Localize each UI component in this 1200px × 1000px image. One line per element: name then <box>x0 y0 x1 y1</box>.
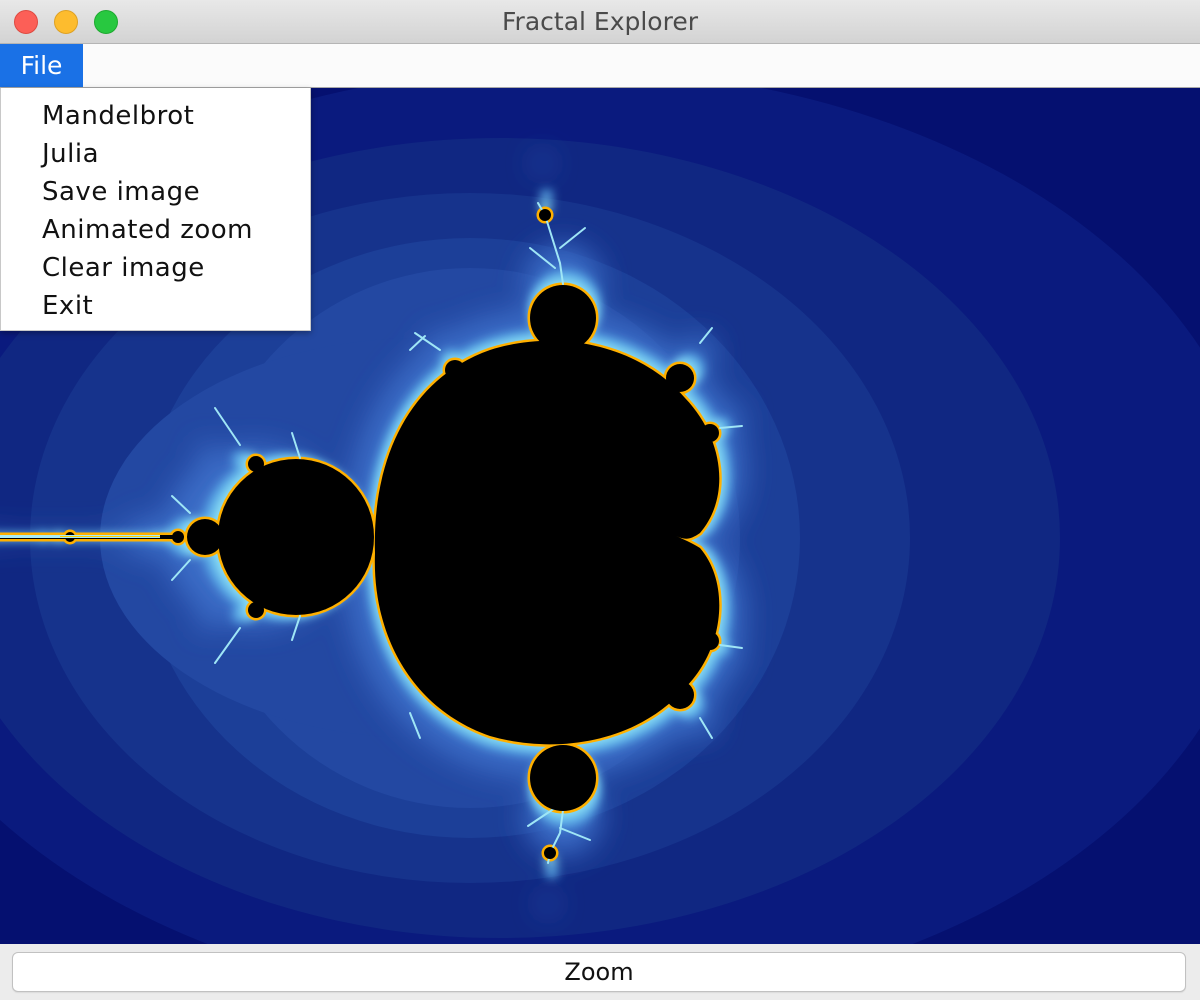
menu-item-animated-zoom[interactable]: Animated zoom <box>1 211 310 249</box>
window-title: Fractal Explorer <box>501 7 698 36</box>
zoom-button[interactable]: Zoom <box>12 952 1186 992</box>
menu-item-mandelbrot[interactable]: Mandelbrot <box>1 97 310 135</box>
menu-item-julia[interactable]: Julia <box>1 135 310 173</box>
menu-item-save-image[interactable]: Save image <box>1 173 310 211</box>
menu-item-clear-image[interactable]: Clear image <box>1 249 310 287</box>
bottom-toolbar: Zoom <box>0 944 1200 1000</box>
file-menu-dropdown: Mandelbrot Julia Save image Animated zoo… <box>0 88 311 331</box>
title-bar[interactable]: Fractal Explorer <box>0 0 1200 44</box>
menu-item-exit[interactable]: Exit <box>1 287 310 325</box>
menu-file[interactable]: File <box>0 44 83 87</box>
menu-bar: File <box>0 44 1200 88</box>
app-window: Fractal Explorer File Mandelbrot Julia S… <box>0 0 1200 1000</box>
